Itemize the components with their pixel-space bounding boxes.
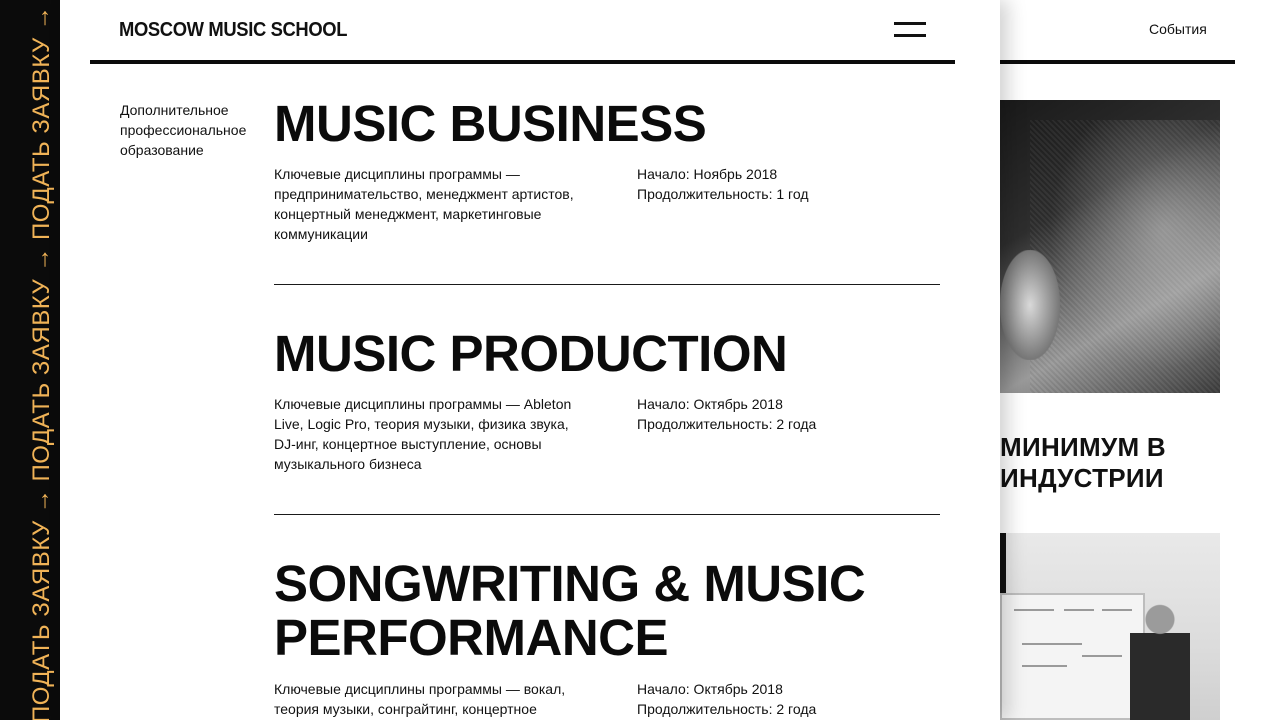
program-start: Начало: Октябрь 2018 (637, 681, 783, 697)
program-start: Начало: Ноябрь 2018 (637, 166, 778, 182)
program-meta: Начало: Октябрь 2018 Продолжительность: … (637, 394, 897, 434)
hamburger-line-top (894, 22, 926, 25)
page: События МИНИМУМ В ИНДУСТРИИ ПОДАТЬ ЗАЯВК… (0, 0, 1280, 720)
site-logo[interactable]: MOSCOW MUSIC SCHOOL (119, 19, 347, 42)
background-section-heading: МИНИМУМ В ИНДУСТРИИ (1000, 432, 1166, 493)
program-music-business[interactable]: MUSIC BUSINESS Ключевые дисциплины прогр… (274, 97, 940, 243)
hamburger-line-bottom (894, 34, 926, 37)
program-description: Ключевые дисциплины программы — предприн… (274, 166, 574, 242)
header-rule (90, 60, 955, 64)
program-title[interactable]: SONGWRITING & MUSIC PERFORMANCE (274, 557, 940, 665)
photo-man-in-suit (1000, 100, 1220, 393)
program-duration: Продолжительность: 1 год (637, 186, 809, 202)
program-title[interactable]: MUSIC PRODUCTION (274, 327, 940, 381)
menu-panel: MOSCOW MUSIC SCHOOL Дополнительное профе… (60, 0, 1000, 720)
program-description: Ключевые дисциплины программы — Ableton … (274, 396, 572, 472)
program-divider (274, 514, 940, 515)
category-label: Дополнительное профессиональное образова… (120, 102, 247, 158)
program-title[interactable]: MUSIC BUSINESS (274, 97, 940, 151)
photo-edge (1000, 533, 1006, 593)
photo-teacher-whiteboard (1000, 533, 1220, 720)
whiteboard (1000, 593, 1145, 720)
hamburger-icon[interactable] (894, 21, 926, 39)
apply-strip[interactable]: ПОДАТЬ ЗАЯВКУ → ПОДАТЬ ЗАЯВКУ → ПОДАТЬ З… (0, 0, 60, 720)
program-music-production[interactable]: MUSIC PRODUCTION Ключевые дисциплины про… (274, 327, 940, 473)
program-duration: Продолжительность: 2 года (637, 416, 817, 432)
program-songwriting-performance[interactable]: SONGWRITING & MUSIC PERFORMANCE Ключевые… (274, 557, 940, 718)
program-description: Ключевые дисциплины программы — вокал, т… (274, 681, 566, 717)
program-start: Начало: Октябрь 2018 (637, 396, 783, 412)
program-duration: Продолжительность: 2 года (637, 701, 817, 717)
teacher-figure (1130, 603, 1190, 720)
program-meta: Начало: Ноябрь 2018 Продолжительность: 1… (637, 164, 897, 204)
nav-link-events[interactable]: События (1149, 21, 1207, 37)
program-divider (274, 284, 940, 285)
apply-strip-text[interactable]: ПОДАТЬ ЗАЯВКУ → ПОДАТЬ ЗАЯВКУ → ПОДАТЬ З… (28, 0, 55, 720)
program-meta: Начало: Октябрь 2018 Продолжительность: … (637, 679, 897, 719)
